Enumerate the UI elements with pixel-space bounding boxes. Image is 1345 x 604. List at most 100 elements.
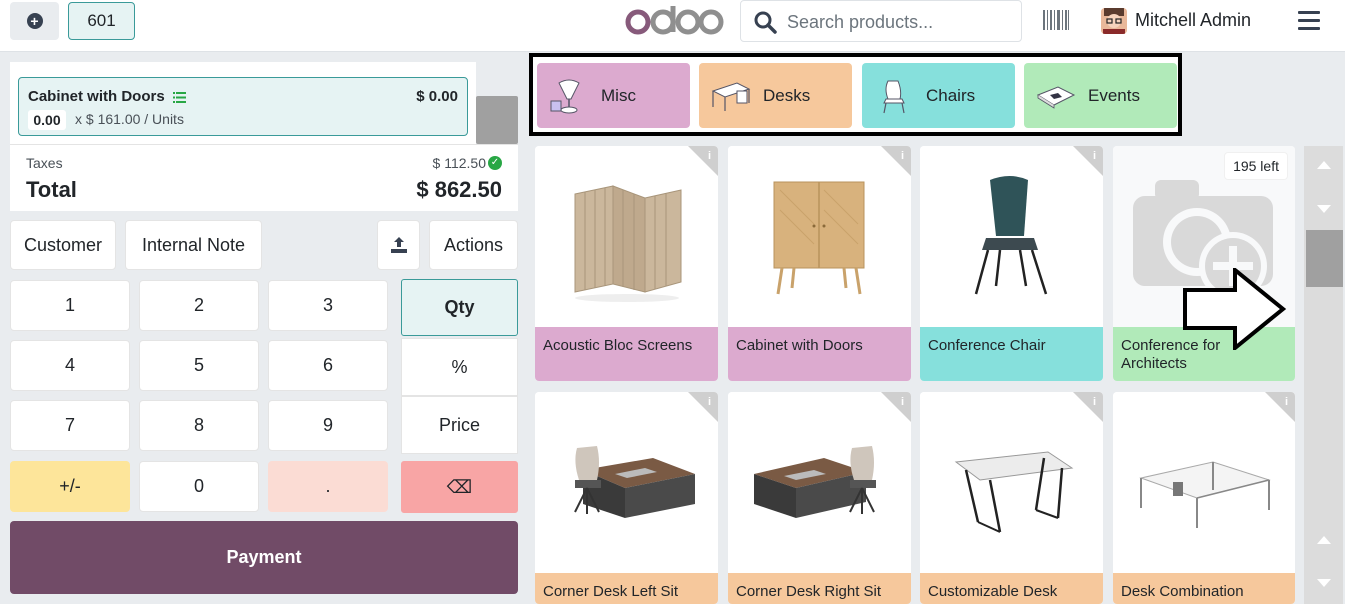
- product-search[interactable]: [740, 0, 1022, 42]
- category-events[interactable]: Events: [1024, 63, 1177, 128]
- info-icon[interactable]: i: [873, 392, 911, 422]
- numpad-key-plus-minus[interactable]: +/-: [10, 461, 130, 512]
- user-avatar[interactable]: [1101, 8, 1127, 34]
- plus-circle-icon: +: [26, 13, 43, 29]
- order-line-price: $ 0.00: [416, 88, 458, 105]
- product-card-desk-combination[interactable]: i Desk Combination: [1113, 392, 1295, 604]
- events-category-icon: [1036, 85, 1076, 109]
- info-icon[interactable]: i: [873, 146, 911, 176]
- order-tab[interactable]: 601: [68, 2, 135, 40]
- customer-button[interactable]: Customer: [10, 220, 116, 270]
- numpad-key-0[interactable]: 0: [139, 461, 259, 512]
- svg-text:i: i: [1093, 396, 1096, 408]
- info-icon[interactable]: i: [680, 146, 718, 176]
- product-name: Customizable Desk: [920, 573, 1103, 604]
- backspace-button[interactable]: ⌫: [401, 461, 518, 513]
- user-name[interactable]: Mitchell Admin: [1135, 10, 1251, 31]
- order-line-unit-price: x $ 161.00 / Units: [75, 111, 184, 127]
- scroll-up-icon[interactable]: [1304, 525, 1343, 555]
- info-icon[interactable]: i: [1257, 392, 1295, 422]
- order-line-product: Cabinet with Doors: [28, 88, 186, 105]
- search-input[interactable]: [787, 9, 1007, 35]
- category-desks[interactable]: Desks: [699, 63, 852, 128]
- category-misc[interactable]: Misc: [537, 63, 690, 128]
- odoo-logo-icon: [625, 6, 724, 35]
- category-label-misc: Misc: [601, 85, 636, 105]
- misc-category-icon: [550, 79, 580, 113]
- category-label-desks: Desks: [763, 85, 811, 105]
- user-avatar-icon: [1101, 8, 1127, 34]
- scroll-up-icon[interactable]: [1304, 150, 1343, 180]
- numpad-key-5[interactable]: 5: [139, 340, 259, 391]
- new-order-button[interactable]: +: [10, 2, 59, 40]
- info-icon[interactable]: i: [1065, 392, 1103, 422]
- product-name: Desk Combination: [1113, 573, 1295, 604]
- taxes-label: Taxes: [26, 155, 63, 171]
- category-label-chairs: Chairs: [926, 85, 976, 105]
- product-card-corner-desk-left-sit[interactable]: i Corner Desk Left Sit: [535, 392, 718, 604]
- desk-category-icon: [711, 81, 751, 111]
- svg-text:i: i: [901, 396, 904, 408]
- svg-text:i: i: [1285, 396, 1288, 408]
- product-name: Corner Desk Right Sit: [728, 573, 911, 604]
- top-bar: + 601 Search products... Mitchell Admin: [0, 0, 1345, 52]
- order-line-quantity: 0.00: [28, 110, 66, 130]
- order-line[interactable]: Cabinet with Doors $ 0.00 0.00 x $ 161.0…: [18, 77, 468, 136]
- backspace-icon: ⌫: [446, 476, 473, 497]
- numpad-key-7[interactable]: 7: [10, 400, 130, 451]
- actions-button[interactable]: Actions: [429, 220, 518, 270]
- scroll-down-icon[interactable]: [1304, 194, 1343, 224]
- list-icon: [172, 91, 186, 103]
- internal-note-button[interactable]: Internal Note: [125, 220, 262, 270]
- upload-icon: [390, 237, 407, 253]
- upload-button[interactable]: [377, 220, 420, 270]
- product-card-customizable-desk[interactable]: i Customizable Desk: [920, 392, 1103, 604]
- product-name: Corner Desk Left Sit: [535, 573, 718, 604]
- numpad-key-1[interactable]: 1: [10, 280, 130, 331]
- annotation-arrow-icon: [1183, 268, 1287, 350]
- stock-badge: 195 left: [1225, 153, 1287, 179]
- numpad-key-2[interactable]: 2: [139, 280, 259, 331]
- numpad-key-4[interactable]: 4: [10, 340, 130, 391]
- taxes-value: $ 112.50: [432, 155, 486, 171]
- product-name: Cabinet with Doors: [728, 327, 911, 381]
- order-panel: Cabinet with Doors $ 0.00 0.00 x $ 161.0…: [0, 52, 527, 604]
- product-card-conference-chair[interactable]: i Conference Chair: [920, 146, 1103, 381]
- category-label-events: Events: [1088, 85, 1140, 105]
- numpad-key-6[interactable]: 6: [268, 340, 388, 391]
- product-card-cabinet-with-doors[interactable]: i Cabinet with Doors: [728, 146, 911, 381]
- scroll-thumb[interactable]: [1306, 230, 1343, 287]
- total-label: Total: [26, 177, 77, 202]
- order-line-product-name: Cabinet with Doors: [28, 88, 165, 105]
- svg-text:i: i: [1093, 150, 1096, 162]
- search-icon: [754, 11, 777, 34]
- svg-text:i: i: [901, 150, 904, 162]
- chair-category-icon: [883, 80, 905, 113]
- mode-qty-button[interactable]: Qty: [401, 279, 518, 336]
- product-card-acoustic-bloc-screens[interactable]: i Acoustic Bloc Screens: [535, 146, 718, 381]
- product-name: Acoustic Bloc Screens: [535, 327, 718, 381]
- product-scrollbar[interactable]: [1304, 146, 1343, 604]
- scroll-down-icon[interactable]: [1304, 568, 1343, 598]
- numpad-key-8[interactable]: 8: [139, 400, 259, 451]
- svg-text:i: i: [708, 150, 711, 162]
- total-value: $ 862.50: [416, 177, 502, 202]
- category-chairs[interactable]: Chairs: [862, 63, 1015, 128]
- svg-text:i: i: [708, 396, 711, 408]
- odoo-logo: [624, 2, 724, 38]
- numpad-key-9[interactable]: 9: [268, 400, 388, 451]
- info-icon[interactable]: i: [680, 392, 718, 422]
- product-card-corner-desk-right-sit[interactable]: i Corner Desk Right Sit: [728, 392, 911, 604]
- numpad-key-decimal[interactable]: .: [268, 461, 388, 512]
- order-lines-scrollbar[interactable]: [476, 96, 518, 144]
- hamburger-menu-icon[interactable]: [1298, 11, 1320, 31]
- numpad-key-3[interactable]: 3: [268, 280, 388, 331]
- mode-discount-button[interactable]: %: [401, 338, 518, 396]
- info-icon[interactable]: i: [1065, 146, 1103, 176]
- payment-button[interactable]: Payment: [10, 521, 518, 594]
- barcode-icon[interactable]: [1043, 10, 1069, 30]
- product-name: Conference Chair: [920, 327, 1103, 381]
- check-circle-icon: ✓: [488, 156, 502, 170]
- category-bar: Misc Desks Chairs Events: [529, 53, 1182, 136]
- mode-price-button[interactable]: Price: [401, 396, 518, 454]
